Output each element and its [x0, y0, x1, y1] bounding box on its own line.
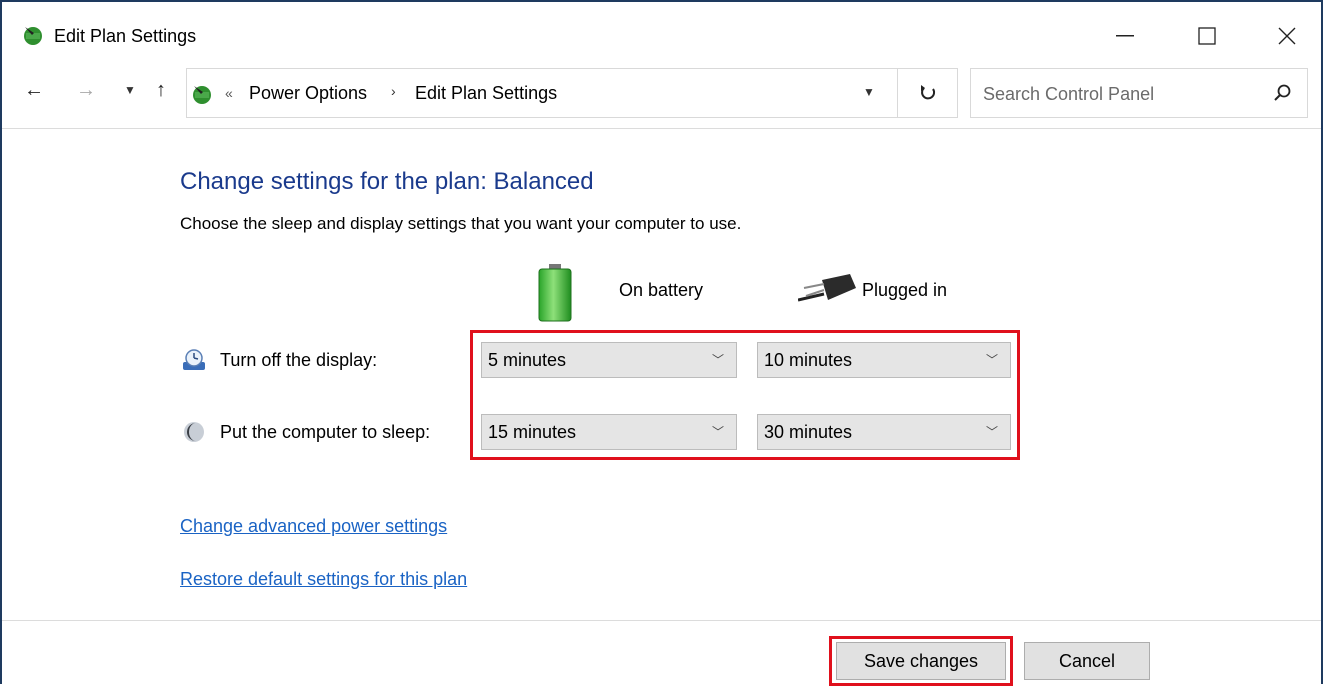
- up-button[interactable]: ↑: [147, 76, 175, 104]
- breadcrumb-edit-plan-settings[interactable]: Edit Plan Settings: [415, 83, 557, 104]
- sleep-moon-icon: [184, 422, 204, 442]
- turn-off-display-label: Turn off the display:: [220, 350, 378, 370]
- maximize-button[interactable]: [1184, 16, 1230, 56]
- back-button[interactable]: ←: [20, 76, 48, 104]
- breadcrumb-power-options[interactable]: Power Options: [249, 83, 367, 104]
- recent-locations-button[interactable]: ▼: [116, 76, 144, 104]
- title-bar: Edit Plan Settings: [2, 2, 1321, 60]
- minimize-button[interactable]: [1102, 16, 1148, 56]
- breadcrumb-overflow[interactable]: «: [225, 85, 233, 101]
- change-advanced-power-settings-link[interactable]: Change advanced power settings: [180, 516, 447, 537]
- breadcrumb-separator[interactable]: ›: [391, 83, 396, 99]
- footer-divider: [2, 620, 1321, 621]
- window-title: Edit Plan Settings: [54, 26, 197, 46]
- cancel-button[interactable]: Cancel: [1024, 642, 1150, 680]
- settings-highlight-outline: [470, 330, 1020, 460]
- arrow-up-icon: ↑: [156, 78, 166, 101]
- arrow-left-icon: ←: [24, 78, 44, 101]
- close-icon: [1278, 27, 1296, 45]
- column-header-on-battery: On battery: [619, 280, 704, 300]
- power-options-icon: [24, 27, 42, 45]
- restore-default-settings-link[interactable]: Restore default settings for this plan: [180, 569, 467, 590]
- save-highlight-outline: [829, 636, 1013, 686]
- sleep-label: Put the computer to sleep:: [220, 422, 431, 442]
- search-input[interactable]: [981, 81, 1255, 107]
- address-bar[interactable]: « Power Options › Edit Plan Settings ▼: [186, 68, 898, 118]
- minimize-icon: [1116, 35, 1134, 37]
- header-divider: [2, 128, 1321, 129]
- arrow-right-icon: →: [76, 78, 96, 101]
- maximize-icon: [1198, 27, 1216, 45]
- battery-icon: [538, 264, 572, 322]
- refresh-icon: [920, 85, 935, 100]
- forward-button[interactable]: →: [72, 76, 100, 104]
- display-clock-icon: [183, 349, 205, 370]
- refresh-button[interactable]: [898, 68, 958, 118]
- search-icon[interactable]: [1273, 83, 1293, 103]
- page-title: Change settings for the plan: Balanced: [180, 168, 594, 195]
- close-button[interactable]: [1264, 16, 1310, 56]
- address-dropdown-chevron-icon[interactable]: ▼: [863, 85, 875, 99]
- edit-plan-settings-window: Edit Plan Settings ← → ▼ ↑ « Power Optio…: [0, 0, 1323, 686]
- chevron-down-icon: ▼: [124, 83, 136, 97]
- navigation-bar: ← → ▼ ↑ « Power Options › Edit Plan Sett…: [2, 64, 1321, 120]
- page-subtitle: Choose the sleep and display settings th…: [180, 214, 742, 233]
- search-box[interactable]: [970, 68, 1308, 118]
- power-plug-icon: [798, 274, 856, 302]
- column-header-plugged-in: Plugged in: [862, 280, 948, 300]
- power-options-icon: [193, 86, 211, 104]
